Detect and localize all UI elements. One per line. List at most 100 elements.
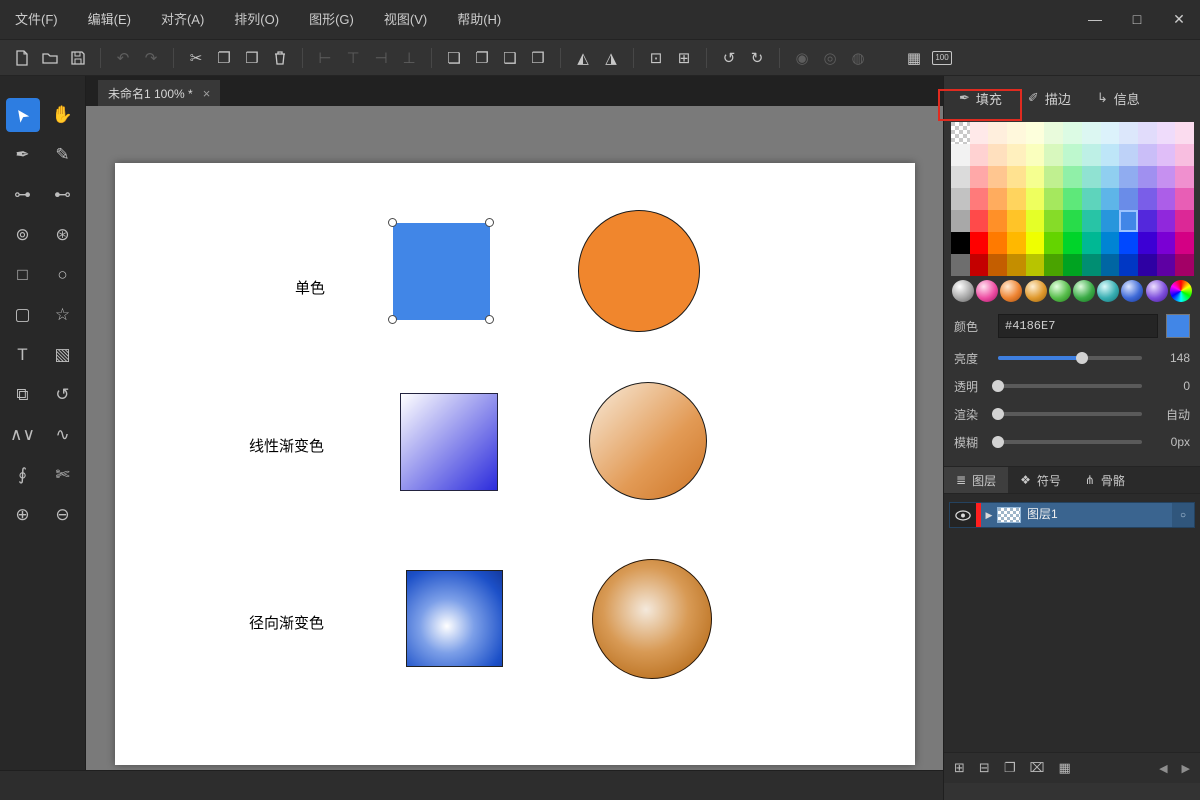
palette-swatch[interactable] [1175, 232, 1194, 254]
expand-canvas-button[interactable]: ⊞ [670, 45, 698, 71]
palette-swatch[interactable] [988, 210, 1008, 232]
palette-swatch[interactable] [1007, 210, 1026, 232]
convert-node-tool[interactable]: ⊷ [46, 178, 80, 212]
gradient-swatch-pink[interactable] [976, 280, 999, 302]
palette-swatch[interactable] [988, 188, 1008, 210]
slider-track[interactable] [992, 408, 1142, 420]
new-file-button[interactable] [8, 45, 36, 71]
palette-swatch[interactable] [951, 166, 970, 188]
slider-track[interactable] [992, 436, 1142, 448]
palette-swatch[interactable] [1007, 122, 1026, 144]
palette-swatch[interactable] [1119, 232, 1138, 254]
palette-swatch[interactable] [1137, 188, 1157, 210]
zoom-out-tool[interactable]: ⊖ [46, 498, 80, 532]
palette-swatch[interactable] [1063, 210, 1082, 232]
zoom-in-tool[interactable]: ⊕ [6, 498, 40, 532]
send-to-back-button[interactable]: ❒ [524, 45, 552, 71]
crop-button[interactable]: ⊡ [642, 45, 670, 71]
palette-swatch[interactable] [1175, 254, 1194, 276]
copy-button[interactable]: ❐ [210, 45, 238, 71]
palette-swatch[interactable] [1044, 144, 1064, 166]
menu-view[interactable]: 视图(V) [369, 0, 442, 39]
palette-swatch[interactable] [1063, 166, 1082, 188]
palette-swatch[interactable] [1119, 188, 1138, 210]
gradient-swatch-green2[interactable] [1073, 280, 1096, 302]
palette-swatch[interactable] [1025, 254, 1045, 276]
palette-swatch[interactable] [1063, 122, 1082, 144]
palette-swatch[interactable] [951, 122, 970, 144]
menu-file[interactable]: 文件(F) [0, 0, 73, 39]
next-page-button[interactable]: ▶ [1182, 762, 1190, 775]
slider-thumb[interactable] [992, 380, 1004, 392]
palette-swatch[interactable] [1119, 254, 1138, 276]
radial-gradient-square[interactable] [406, 570, 503, 667]
menu-shape[interactable]: 图形(G) [294, 0, 369, 39]
palette-swatch[interactable] [969, 122, 989, 144]
palette-swatch[interactable] [1007, 144, 1026, 166]
menu-edit[interactable]: 编辑(E) [73, 0, 146, 39]
palette-swatch[interactable] [1025, 122, 1045, 144]
palette-swatch[interactable] [1119, 144, 1138, 166]
palette-swatch[interactable] [1025, 210, 1045, 232]
union-button[interactable]: ◉ [788, 45, 816, 71]
palette-swatch[interactable] [969, 254, 989, 276]
slice-tool[interactable]: ⧉ [6, 378, 40, 412]
document-tab[interactable]: 未命名1 100% * × [98, 80, 221, 106]
lasso-tool[interactable]: ∮ [6, 458, 40, 492]
expand-icon[interactable]: ▶ [981, 503, 997, 527]
solid-orange-circle[interactable] [578, 210, 700, 332]
palette-swatch[interactable] [1081, 210, 1101, 232]
new-layer-button[interactable]: ⊞ [954, 760, 965, 776]
tab-fill[interactable]: ✒ 填充 [946, 83, 1015, 114]
palette-swatch[interactable] [1044, 122, 1064, 144]
palette-swatch[interactable] [1137, 122, 1157, 144]
radial-gradient-circle[interactable] [592, 559, 712, 679]
palette-swatch[interactable] [1156, 166, 1176, 188]
palette-swatch[interactable] [1156, 122, 1176, 144]
tab-bones[interactable]: ⋔ 骨骼 [1073, 467, 1137, 493]
zoom-100-button[interactable]: 100 [928, 45, 956, 71]
gradient-swatch-amber[interactable] [1024, 280, 1047, 302]
palette-swatch[interactable] [1044, 188, 1064, 210]
palette-swatch[interactable] [1100, 122, 1120, 144]
palette-swatch[interactable] [1081, 188, 1101, 210]
palette-swatch[interactable] [969, 144, 989, 166]
palette-swatch[interactable] [951, 188, 970, 210]
palette-swatch[interactable] [1044, 232, 1064, 254]
palette-swatch[interactable] [988, 166, 1008, 188]
palette-swatch[interactable] [1137, 166, 1157, 188]
linear-gradient-circle[interactable] [589, 382, 707, 500]
palette-swatch[interactable] [1007, 166, 1026, 188]
gradient-swatch-violet[interactable] [1145, 280, 1168, 302]
slider-track[interactable] [998, 352, 1142, 364]
gradient-swatch-gray[interactable] [952, 280, 975, 302]
prev-page-button[interactable]: ◀ [1159, 762, 1167, 775]
palette-swatch[interactable] [1044, 166, 1064, 188]
open-file-button[interactable] [36, 45, 64, 71]
palette-swatch[interactable] [1175, 210, 1194, 232]
select-tool[interactable]: ➤ [5, 98, 40, 132]
tab-close-icon[interactable]: × [203, 86, 211, 101]
palette-swatch[interactable] [1156, 254, 1176, 276]
save-button[interactable] [64, 45, 92, 71]
wave-tool[interactable]: ∿ [46, 418, 80, 452]
palette-swatch[interactable] [1137, 254, 1157, 276]
linear-gradient-square[interactable] [400, 393, 498, 491]
rectangle-tool[interactable]: □ [6, 258, 40, 292]
color-hex-input[interactable]: #4186E7 [998, 314, 1158, 338]
palette-swatch[interactable] [1081, 254, 1101, 276]
gradient-swatch-teal[interactable] [1097, 280, 1120, 302]
maximize-button[interactable]: □ [1116, 0, 1158, 39]
palette-swatch[interactable] [1081, 232, 1101, 254]
palette-swatch[interactable] [1156, 188, 1176, 210]
bring-forward-button[interactable]: ❐ [468, 45, 496, 71]
rotate-ccw-button[interactable]: ↺ [715, 45, 743, 71]
new-group-button[interactable]: ⊟ [979, 760, 990, 776]
palette-swatch[interactable] [1100, 210, 1120, 232]
edit-path-tool[interactable]: ⊛ [46, 218, 80, 252]
artboard[interactable]: 单色 线性渐变色 径向渐变色 [115, 163, 915, 765]
palette-swatch[interactable] [969, 188, 989, 210]
duplicate-layer-button[interactable]: ❐ [1004, 760, 1016, 776]
palette-swatch[interactable] [1137, 232, 1157, 254]
palette-swatch[interactable] [1007, 232, 1026, 254]
